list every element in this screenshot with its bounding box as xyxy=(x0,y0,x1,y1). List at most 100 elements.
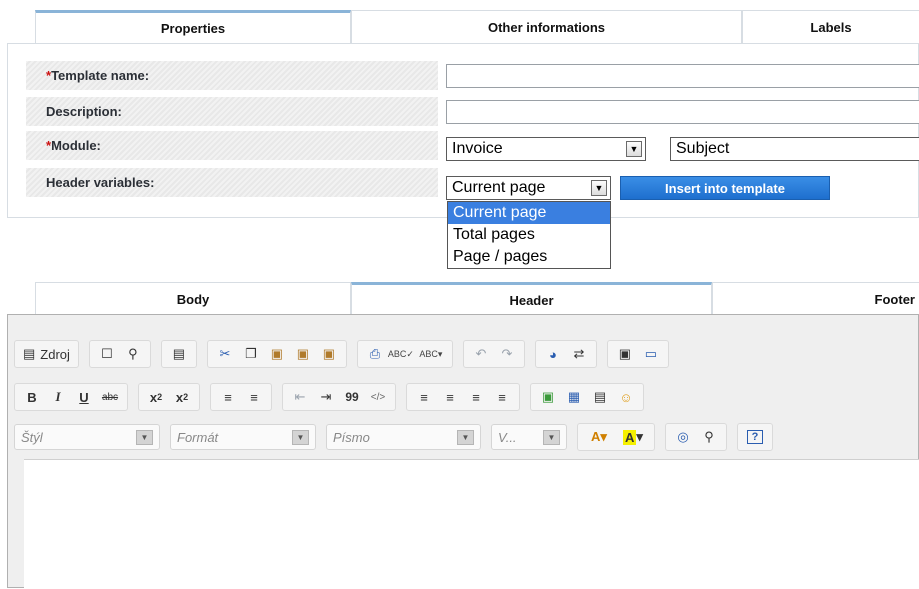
print-icon[interactable]: ⎙ xyxy=(362,342,388,366)
source-icon: ▤ xyxy=(23,346,36,361)
superscript-button[interactable]: x2 xyxy=(169,385,195,409)
header-variables-select[interactable]: Current page ▼ xyxy=(446,176,611,200)
cut-icon[interactable]: ✂ xyxy=(212,342,238,366)
align-right-icon[interactable]: ≡ xyxy=(463,385,489,409)
templates-icon[interactable]: ▤ xyxy=(166,342,192,366)
image-icon[interactable]: ▣ xyxy=(535,385,561,409)
tab-body[interactable]: Body xyxy=(35,282,351,315)
toolbar-group-document: ▤ Zdroj xyxy=(14,340,79,368)
horizontal-line-icon[interactable]: ▤ xyxy=(587,385,613,409)
module-label: Module: xyxy=(51,138,101,153)
toolbar-group-align: ≡ ≡ ≡ ≡ xyxy=(406,383,520,411)
blockquote-icon[interactable]: 99 xyxy=(339,385,365,409)
indent-icon[interactable]: ⇥ xyxy=(313,385,339,409)
toolbar-row-2: B I U abc x2 x2 ≡ ≡ ⇤ ⇥ 99 </> ≡ ≡ ≡ ≡ ▣… xyxy=(14,382,644,412)
outdent-icon[interactable]: ⇤ xyxy=(287,385,313,409)
smiley-icon[interactable]: ☺ xyxy=(613,385,639,409)
new-page-icon[interactable]: ☐ xyxy=(94,342,120,366)
source-label: Zdroj xyxy=(40,346,70,362)
background-color-icon[interactable]: A ▾ xyxy=(616,425,650,449)
chevron-down-icon[interactable]: ▼ xyxy=(626,141,642,157)
tab-header[interactable]: Header xyxy=(351,282,712,315)
module-select[interactable]: Invoice ▼ xyxy=(446,137,646,161)
dropdown-option[interactable]: Current page xyxy=(448,202,610,224)
align-left-icon[interactable]: ≡ xyxy=(411,385,437,409)
replace-icon[interactable]: ⇄ xyxy=(566,342,592,366)
help-label: ? xyxy=(746,430,764,444)
dropdown-option[interactable]: Total pages xyxy=(448,224,610,246)
format-combo[interactable]: Formát ▼ xyxy=(170,424,316,450)
paste-word-icon[interactable]: ▣ xyxy=(316,342,342,366)
select-all-icon[interactable]: ▣ xyxy=(612,342,638,366)
font-combo[interactable]: Písmo ▼ xyxy=(326,424,481,450)
chevron-down-icon[interactable]: ▼ xyxy=(591,180,607,196)
dropdown-option[interactable]: Page / pages xyxy=(448,246,610,268)
toolbar-group-insert: ▣ ▦ ▤ ☺ xyxy=(530,383,644,411)
tab-other-informations[interactable]: Other informations xyxy=(351,10,742,43)
chevron-down-icon: ▼ xyxy=(136,430,153,445)
chevron-down-icon: ▼ xyxy=(292,430,309,445)
text-color-icon[interactable]: A▾ xyxy=(582,425,616,449)
subject-value: Subject xyxy=(676,140,730,157)
tab-label: Footer xyxy=(874,291,915,307)
paste-icon[interactable]: ▣ xyxy=(264,342,290,366)
numbered-list-icon[interactable]: ≡ xyxy=(215,385,241,409)
show-blocks-icon[interactable]: ⚲ xyxy=(696,425,722,449)
copy-icon[interactable]: ❐ xyxy=(238,342,264,366)
bulleted-list-icon[interactable]: ≡ xyxy=(241,385,267,409)
tab-footer[interactable]: Footer xyxy=(712,282,919,315)
toolbar-group-templates: ▤ xyxy=(160,340,197,368)
superscript-2: 2 xyxy=(183,392,189,402)
remove-format-icon[interactable]: ▭ xyxy=(638,342,664,366)
subscript-2: 2 xyxy=(157,392,163,402)
paste-text-icon[interactable]: ▣ xyxy=(290,342,316,366)
div-container-icon[interactable]: </> xyxy=(365,385,391,409)
tab-properties[interactable]: Properties xyxy=(35,10,351,43)
toolbar-row-1: ▤ Zdroj ☐ ⚲ ▤ ✂ ❐ ▣ ▣ ▣ ⎙ ABC✓ ABC▾ ↶ ↷ ◕… xyxy=(14,339,669,369)
align-justify-icon[interactable]: ≡ xyxy=(489,385,515,409)
size-combo[interactable]: V... ▼ xyxy=(491,424,567,450)
editor-content-area[interactable] xyxy=(24,459,919,589)
bold-button[interactable]: B xyxy=(19,385,45,409)
insert-into-template-button[interactable]: Insert into template xyxy=(620,176,830,200)
strikethrough-button[interactable]: abc xyxy=(97,385,123,409)
style-combo[interactable]: Štýl ▼ xyxy=(14,424,160,450)
superscript-x: x xyxy=(175,389,184,405)
chevron-down-icon: ▼ xyxy=(457,430,474,445)
spellcheck-icon[interactable]: ABC✓ xyxy=(388,342,414,366)
toolbar-group-help: ? xyxy=(737,423,773,451)
toolbar-group-clipboard: ✂ ❐ ▣ ▣ ▣ xyxy=(206,340,347,368)
redo-icon[interactable]: ↷ xyxy=(494,342,520,366)
toolbar-row-3: Štýl ▼ Formát ▼ Písmo ▼ V... ▼ A▾ A ▾ ◎ ⚲ ? xyxy=(14,422,773,452)
module-select-value: Invoice xyxy=(452,140,503,157)
template-name-input[interactable] xyxy=(446,64,919,88)
help-icon[interactable]: ? xyxy=(742,425,768,449)
description-label: Description: xyxy=(46,104,122,119)
header-variables-label: Header variables: xyxy=(46,175,155,190)
align-center-icon[interactable]: ≡ xyxy=(437,385,463,409)
tab-labels[interactable]: Labels xyxy=(742,10,919,43)
module-label-cell: * Module: xyxy=(26,131,438,160)
chevron-down-icon: ▼ xyxy=(543,430,560,445)
toolbar-group-colors: A▾ A ▾ xyxy=(577,423,655,451)
top-tab-bar: Properties Other informations Labels xyxy=(0,10,919,44)
toolbar-group-history: ↶ ↷ xyxy=(462,340,525,368)
maximize-icon[interactable]: ◎ xyxy=(670,425,696,449)
style-combo-label: Štýl xyxy=(21,429,43,445)
undo-icon[interactable]: ↶ xyxy=(468,342,494,366)
description-input[interactable] xyxy=(446,100,919,124)
spellcheck-dropdown-icon[interactable]: ABC▾ xyxy=(414,342,448,366)
toolbar-group-lists: ≡ ≡ xyxy=(210,383,272,411)
toolbar-group-script: x2 x2 xyxy=(138,383,200,411)
preview-icon[interactable]: ⚲ xyxy=(120,342,146,366)
italic-button[interactable]: I xyxy=(45,385,71,409)
header-variables-label-cell: Header variables: xyxy=(26,168,438,197)
toolbar-group-basic-styles: B I U abc xyxy=(14,383,128,411)
subscript-button[interactable]: x2 xyxy=(143,385,169,409)
toolbar-group-select: ▣ ▭ xyxy=(606,340,669,368)
find-icon[interactable]: ◕ xyxy=(540,342,566,366)
subject-field[interactable]: Subject xyxy=(670,137,919,161)
underline-button[interactable]: U xyxy=(71,385,97,409)
source-button[interactable]: ▤ Zdroj xyxy=(19,342,74,366)
table-icon[interactable]: ▦ xyxy=(561,385,587,409)
